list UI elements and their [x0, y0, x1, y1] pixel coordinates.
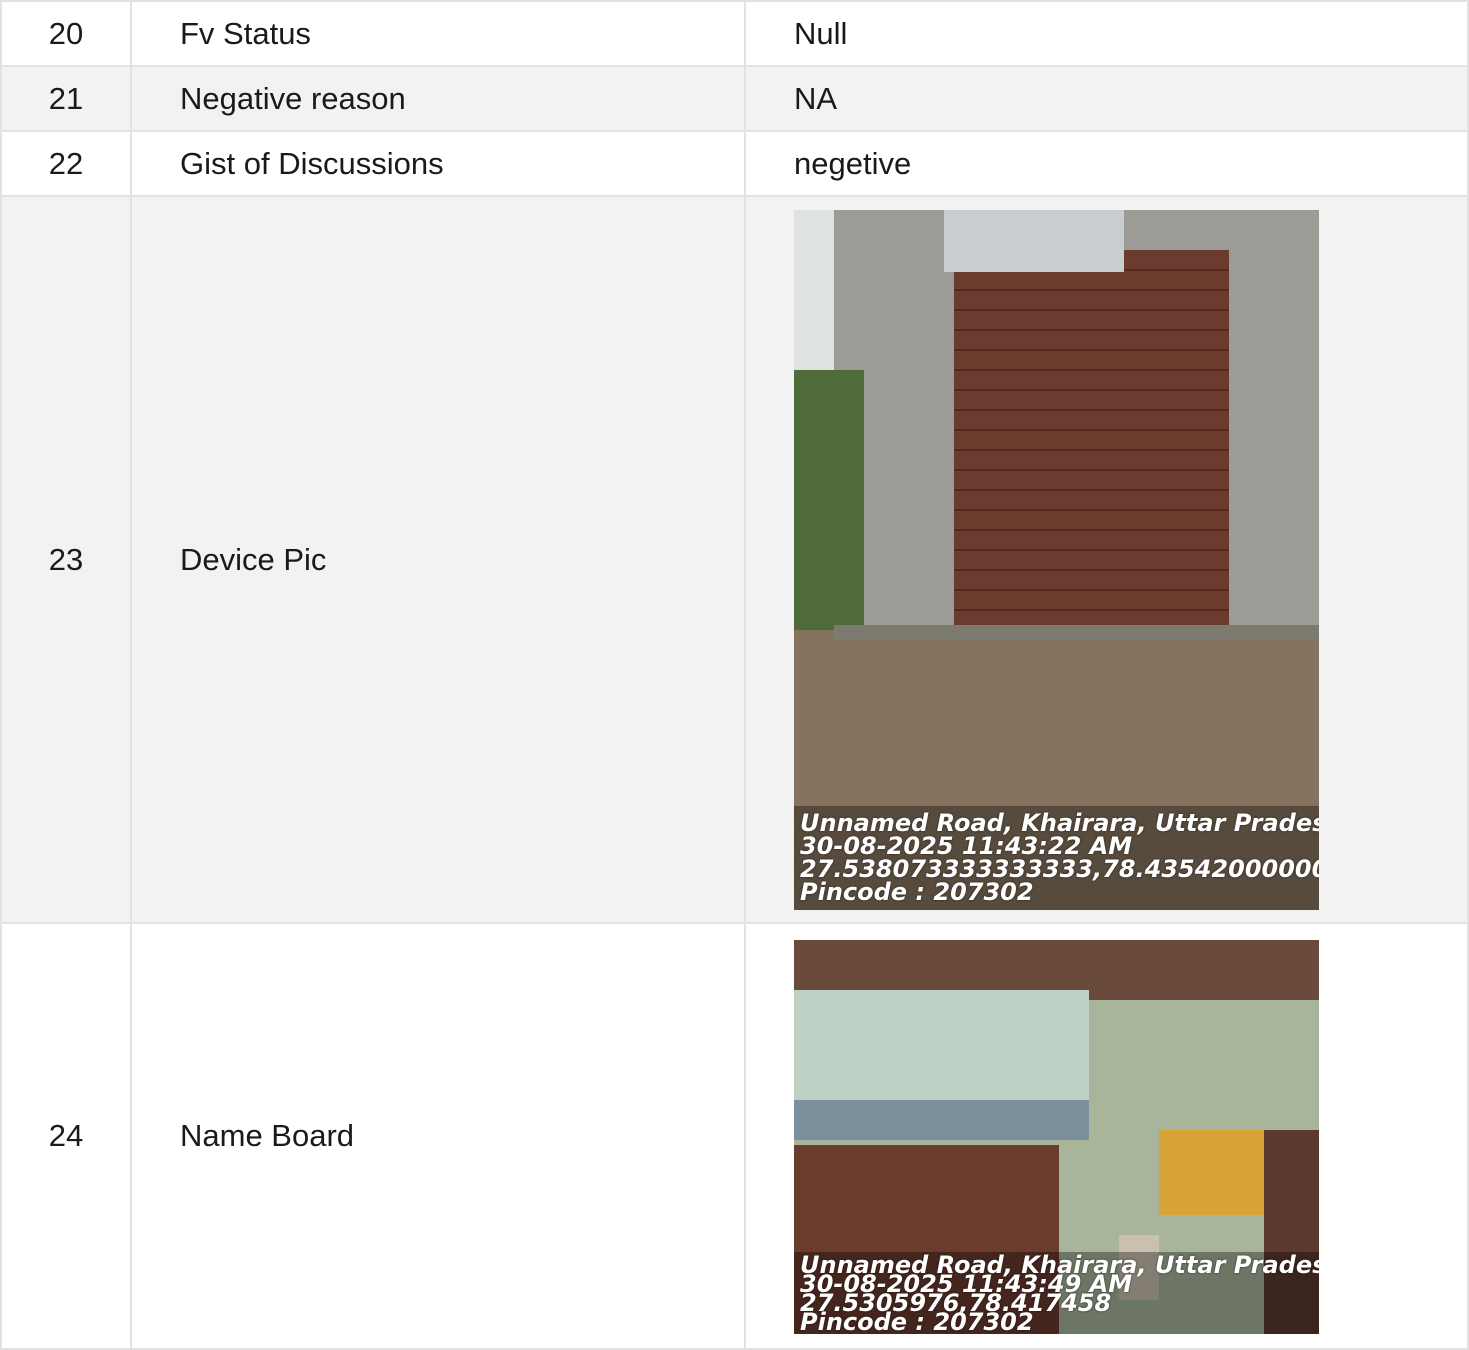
field-value: Null	[744, 0, 1469, 67]
photo-stamp: Unnamed Road, Khairara, Uttar Pradesh 20…	[800, 808, 1319, 906]
table-row: 24 Name Board Unnamed Road, Khairara, Ut…	[0, 922, 1469, 1350]
row-number: 20	[0, 0, 132, 67]
field-value: negetive	[744, 130, 1469, 197]
field-label: Gist of Discussions	[130, 130, 746, 197]
device-pic-image[interactable]: Unnamed Road, Khairara, Uttar Pradesh 20…	[794, 209, 1319, 910]
row-number: 23	[0, 195, 132, 924]
row-number: 21	[0, 65, 132, 132]
row-number: 24	[0, 922, 132, 1350]
name-board-image[interactable]: Unnamed Road, Khairara, Uttar Pradesh 20…	[794, 940, 1319, 1334]
details-table: 20 Fv Status Null 21 Negative reason NA …	[0, 0, 1469, 1350]
photo-stamp: Unnamed Road, Khairara, Uttar Pradesh 20…	[800, 1251, 1319, 1334]
field-value: Unnamed Road, Khairara, Uttar Pradesh 20…	[744, 195, 1469, 924]
field-label: Fv Status	[130, 0, 746, 67]
field-label: Negative reason	[130, 65, 746, 132]
closed-shop-shutter-photo	[794, 209, 1319, 910]
table-row: 22 Gist of Discussions negetive	[0, 130, 1469, 197]
row-number: 22	[0, 130, 132, 197]
field-label: Device Pic	[130, 195, 746, 924]
field-label: Name Board	[130, 922, 746, 1350]
field-value: Unnamed Road, Khairara, Uttar Pradesh 20…	[744, 922, 1469, 1350]
table-row: 23 Device Pic Unnamed Road, Khairara, Ut…	[0, 195, 1469, 924]
table-row: 21 Negative reason NA	[0, 65, 1469, 132]
table-row: 20 Fv Status Null	[0, 0, 1469, 67]
field-value: NA	[744, 65, 1469, 132]
